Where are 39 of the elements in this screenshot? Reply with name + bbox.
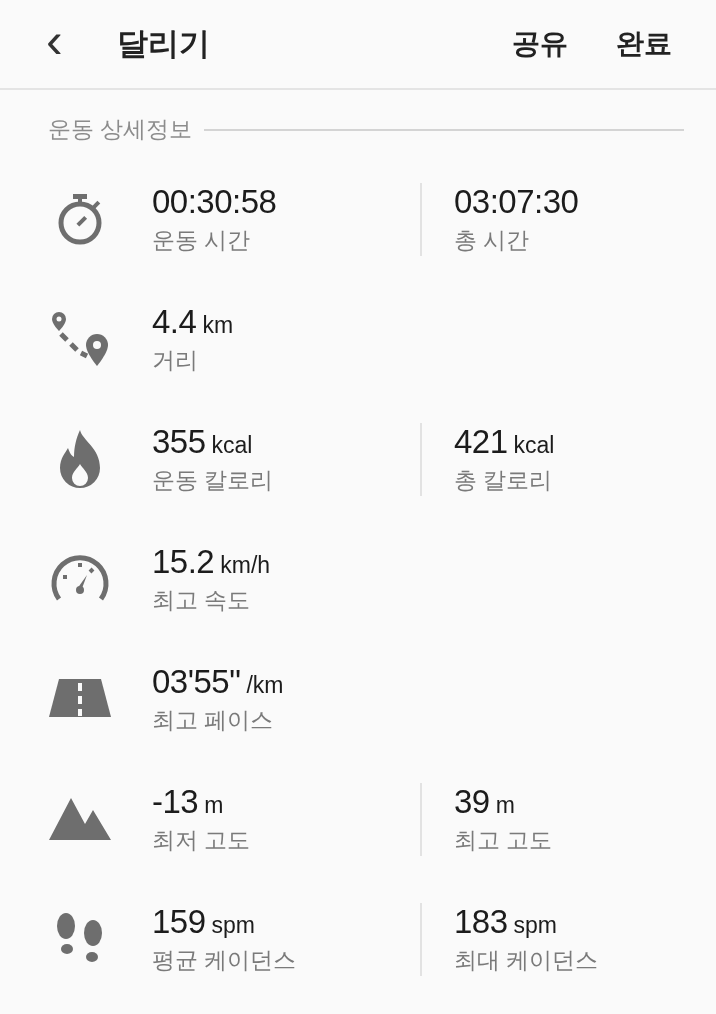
stat-label: 최고 페이스 bbox=[152, 705, 275, 735]
back-button[interactable]: ‹ bbox=[40, 15, 69, 65]
stat-unit: km/h bbox=[220, 551, 271, 579]
stat-label: 거리 bbox=[152, 345, 199, 375]
stat-label: 최대 케이던스 bbox=[454, 945, 599, 975]
stat-unit: kcal bbox=[513, 431, 555, 459]
stat-label: 총 칼로리 bbox=[454, 465, 554, 495]
stat-value: 39 bbox=[454, 782, 490, 821]
stat-value: -13 bbox=[152, 782, 199, 821]
stat-label: 최저 고도 bbox=[152, 825, 252, 855]
stat-label: 운동 칼로리 bbox=[152, 465, 275, 495]
stat-value: 00:30:58 bbox=[152, 182, 277, 221]
page-title: 달리기 bbox=[116, 25, 211, 63]
stat-label: 운동 시간 bbox=[152, 225, 252, 255]
stat-value: 4.4 bbox=[152, 302, 197, 341]
stat-value: 03'55" bbox=[152, 662, 241, 701]
flame-icon bbox=[58, 428, 102, 490]
stat-value: 15.2 bbox=[152, 542, 215, 581]
stat-unit: km bbox=[202, 311, 234, 339]
header-action[interactable]: 완료 bbox=[616, 25, 672, 63]
stat-unit: spm bbox=[211, 911, 255, 939]
stat-unit: m bbox=[495, 791, 515, 819]
stat-label: 최고 속도 bbox=[152, 585, 252, 615]
stat-unit: kcal bbox=[211, 431, 253, 459]
section-title: 운동 상세정보 bbox=[48, 115, 193, 144]
stat-label: 총 시간 bbox=[454, 225, 531, 255]
stat-label: 최고 고도 bbox=[454, 825, 553, 855]
stat-value: 03:07:30 bbox=[454, 182, 579, 221]
header-action[interactable]: 공유 bbox=[512, 25, 568, 63]
stat-value: 355 bbox=[152, 422, 206, 461]
stat-unit: spm bbox=[513, 911, 557, 939]
stat-value: 183 bbox=[454, 902, 508, 941]
stat-label: 평균 케이던스 bbox=[152, 945, 298, 975]
stat-value: 421 bbox=[454, 422, 508, 461]
stat-value: 159 bbox=[152, 902, 206, 941]
stat-unit: /km bbox=[246, 671, 284, 699]
mountain-icon bbox=[49, 796, 111, 842]
road-icon bbox=[49, 679, 111, 719]
stat-unit: m bbox=[204, 791, 224, 819]
